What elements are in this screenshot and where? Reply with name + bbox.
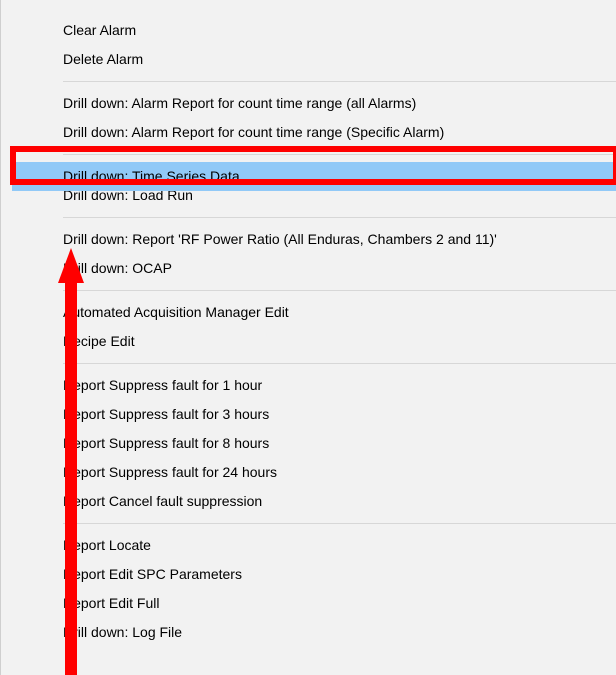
menu-item-label: Drill down: Time Series Data: [63, 168, 240, 184]
menu-item-label: Delete Alarm: [63, 51, 144, 67]
menu-item-label: Drill down: Load Run: [63, 191, 193, 203]
menu-item-report-edit-full[interactable]: Report Edit Full: [12, 589, 616, 618]
menu-item-aam-edit[interactable]: Automated Acquisition Manager Edit: [12, 298, 616, 327]
menu-item-label: Report Suppress fault for 24 hours: [63, 464, 278, 480]
menu-item-label: Recipe Edit: [63, 333, 135, 349]
menu-item-suppress-1h[interactable]: Report Suppress fault for 1 hour: [12, 371, 616, 400]
menu-item-suppress-3h[interactable]: Report Suppress fault for 3 hours: [12, 400, 616, 429]
menu-item-report-edit-spc[interactable]: Report Edit SPC Parameters: [12, 560, 616, 589]
menu-item-label: Drill down: Alarm Report for count time …: [63, 124, 445, 140]
menu-item-suppress-24h[interactable]: Report Suppress fault for 24 hours: [12, 458, 616, 487]
menu-item-label: Automated Acquisition Manager Edit: [63, 304, 289, 320]
menu-separator: [63, 217, 616, 218]
menu-item-drilldown-time-series[interactable]: Drill down: Time Series Data: [12, 162, 616, 191]
menu-item-label: Drill down: Log File: [63, 624, 183, 640]
menu-item-drilldown-log-file[interactable]: Drill down: Log File: [12, 618, 616, 647]
menu-item-drilldown-alarm-report-all[interactable]: Drill down: Alarm Report for count time …: [12, 89, 616, 118]
menu-item-drilldown-ocap[interactable]: Drill down: OCAP: [12, 254, 616, 283]
context-menu: Clear Alarm Delete Alarm Drill down: Alarm…: [0, 0, 616, 675]
menu-item-label: Clear Alarm: [63, 22, 137, 38]
menu-item-label: Drill down: Report 'RF Power Ratio (All …: [63, 231, 497, 247]
menu-separator: [63, 523, 616, 524]
menu-item-suppress-8h[interactable]: Report Suppress fault for 8 hours: [12, 429, 616, 458]
menu-separator: [63, 363, 616, 364]
menu-item-cancel-suppression[interactable]: Report Cancel fault suppression: [12, 487, 616, 516]
menu-item-label: Report Suppress fault for 3 hours: [63, 406, 270, 422]
menu-item-drilldown-report-rf-power[interactable]: Drill down: Report 'RF Power Ratio (All …: [12, 225, 616, 254]
menu-item-label: Report Cancel fault suppression: [63, 493, 263, 509]
menu-item-drilldown-load-run[interactable]: Drill down: Load Run: [12, 191, 616, 208]
menu-item-clear-alarm[interactable]: Clear Alarm: [12, 16, 616, 45]
menu-item-report-locate[interactable]: Report Locate: [12, 531, 616, 560]
menu-item-label: Report Edit SPC Parameters: [63, 566, 242, 582]
menu-item-label: Drill down: Alarm Report for count time …: [63, 95, 417, 111]
menu-item-label: Report Suppress fault for 8 hours: [63, 435, 270, 451]
menu-separator: [63, 290, 616, 291]
menu-item-delete-alarm[interactable]: Delete Alarm: [12, 45, 616, 74]
menu-item-drilldown-alarm-report-specific[interactable]: Drill down: Alarm Report for count time …: [12, 118, 616, 147]
menu-separator: [63, 154, 616, 155]
menu-separator: [63, 81, 616, 82]
context-menu-list: Clear Alarm Delete Alarm Drill down: Alarm…: [12, 16, 616, 675]
menu-item-recipe-edit[interactable]: Recipe Edit: [12, 327, 616, 356]
menu-item-label: Report Locate: [63, 537, 151, 553]
menu-item-label: Report Suppress fault for 1 hour: [63, 377, 263, 393]
menu-item-label: Report Edit Full: [63, 595, 160, 611]
menu-item-label: Drill down: OCAP: [63, 260, 172, 276]
